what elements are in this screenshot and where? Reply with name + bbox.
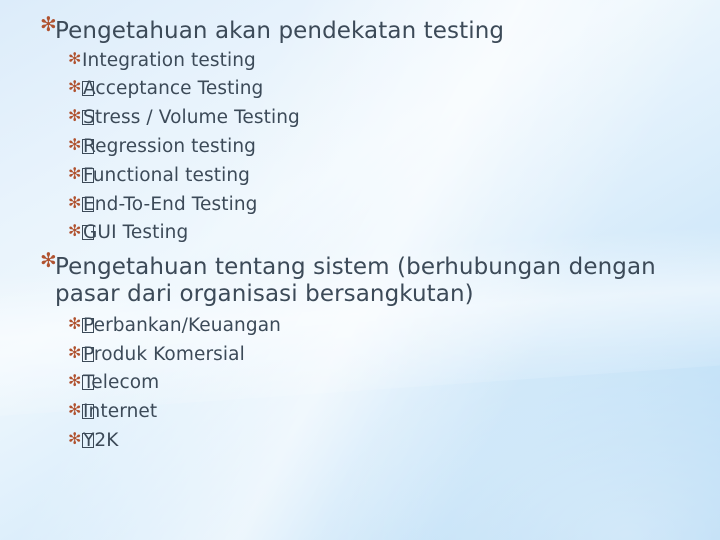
list-item-label: Produk Komersial: [83, 343, 245, 365]
asterisk-bullet-icon: ✻: [68, 371, 82, 391]
list-item: ✻ End-To-End Testing: [40, 191, 688, 220]
list-item-label: End-To-End Testing: [83, 193, 258, 215]
list-item-label: GUI Testing: [83, 222, 189, 244]
list-item-label: Regression testing: [83, 135, 257, 157]
list-item-label: Telecom: [83, 372, 160, 394]
list-item: ✻ Stress / Volume Testing: [40, 104, 688, 133]
asterisk-bullet-icon: ✻: [68, 163, 82, 183]
list-item: ✻ Regression testing: [40, 133, 688, 162]
section-heading-text: Pengetahuan tentang sistem (berhubungan …: [55, 254, 656, 307]
list-item: ✻ Integration testing: [40, 47, 688, 76]
list-item: ✻ Acceptance Testing: [40, 75, 688, 104]
list-item: ✻ Functional testing: [40, 162, 688, 191]
list-item-label: Perbankan/Keuangan: [83, 314, 281, 336]
asterisk-bullet-icon: ✻: [68, 48, 82, 68]
section-heading-text: Pengetahuan akan pendekatan testing: [55, 18, 505, 44]
asterisk-bullet-icon: ✻: [68, 77, 82, 97]
asterisk-bullet-icon: ✻: [68, 192, 82, 212]
list-item-label: Y2K: [83, 429, 119, 451]
list-item: ✻ Telecom: [40, 369, 688, 398]
asterisk-bullet-icon: ✻: [68, 400, 82, 420]
asterisk-bullet-icon: ✻: [68, 342, 82, 362]
content-section: ✻ Pengetahuan tentang sistem (berhubunga…: [40, 250, 688, 456]
content-section: ✻ Pengetahuan akan pendekatan testing ✻ …: [40, 14, 688, 248]
section-heading: ✻ Pengetahuan akan pendekatan testing: [40, 14, 688, 45]
asterisk-bullet-icon: ✻: [68, 106, 82, 126]
list-item: ✻ GUI Testing: [40, 219, 688, 248]
sub-bullet-list: ✻ Integration testing ✻ Acceptance Testi…: [40, 47, 688, 248]
slide-canvas: ✻ Pengetahuan akan pendekatan testing ✻ …: [0, 0, 720, 540]
list-item-label: Functional testing: [83, 164, 250, 186]
asterisk-bullet-icon: ✻: [40, 12, 57, 36]
list-item-label: Stress / Volume Testing: [83, 107, 300, 129]
list-item-label: Acceptance Testing: [83, 78, 264, 100]
asterisk-bullet-icon: ✻: [68, 313, 82, 333]
asterisk-bullet-icon: ✻: [68, 134, 82, 154]
sub-bullet-list: ✻ Perbankan/Keuangan ✻ Produk Komersial …: [40, 312, 688, 456]
list-item: ✻ Y2K: [40, 427, 688, 456]
asterisk-bullet-icon: ✻: [68, 221, 82, 241]
list-item-label: Integration testing: [82, 49, 256, 71]
asterisk-bullet-icon: ✻: [68, 428, 82, 448]
list-item: ✻ Produk Komersial: [40, 341, 688, 370]
list-item: ✻ Internet: [40, 398, 688, 427]
asterisk-bullet-icon: ✻: [40, 248, 57, 273]
slide-content-body: ✻ Pengetahuan akan pendekatan testing ✻ …: [40, 14, 688, 462]
section-heading: ✻ Pengetahuan tentang sistem (berhubunga…: [40, 250, 688, 308]
list-item-label: Internet: [83, 401, 158, 423]
list-item: ✻ Perbankan/Keuangan: [40, 312, 688, 341]
